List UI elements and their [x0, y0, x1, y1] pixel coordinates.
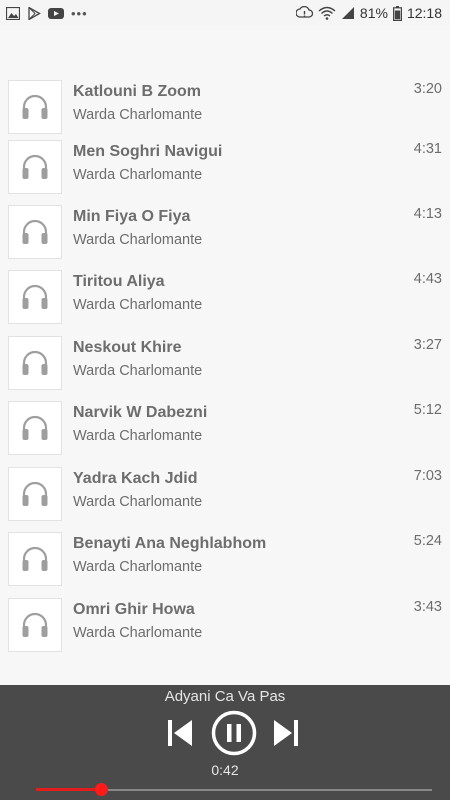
track-duration: 3:27 — [413, 337, 442, 353]
list-item[interactable]: Benayti Ana Neghlabhom Warda Charlomante… — [0, 532, 450, 597]
track-thumbnail — [8, 140, 62, 194]
track-artist: Warda Charlomante — [73, 494, 203, 510]
list-item[interactable]: Min Fiya O Fiya Warda Charlomante 4:13 — [0, 205, 450, 270]
previous-button[interactable] — [165, 716, 195, 750]
next-button[interactable] — [271, 716, 301, 750]
headphones-icon — [22, 94, 48, 119]
wifi-icon — [318, 6, 336, 20]
track-title: Min Fiya O Fiya — [73, 208, 191, 225]
headphones-icon — [22, 415, 48, 440]
track-title: Tiritou Aliya — [73, 273, 165, 290]
headphones-icon — [22, 219, 48, 244]
track-thumbnail — [8, 467, 62, 521]
track-artist: Warda Charlomante — [73, 559, 203, 575]
list-item[interactable]: Men Soghri Navigui Warda Charlomante 4:3… — [0, 140, 450, 205]
play-pause-button[interactable] — [211, 710, 257, 756]
track-duration: 3:43 — [413, 599, 442, 615]
mini-player: Adyani Ca Va Pas 0:42 — [0, 685, 450, 800]
now-playing-title: Adyani Ca Va Pas — [164, 688, 286, 705]
status-bar: ••• 81% 12:18 — [0, 0, 450, 26]
track-duration: 4:31 — [413, 141, 442, 157]
notification-icons: ••• — [6, 5, 88, 21]
track-artist: Warda Charlomante — [73, 107, 203, 123]
track-duration: 5:12 — [413, 402, 442, 418]
track-artist: Warda Charlomante — [73, 232, 203, 248]
headphones-icon — [22, 154, 48, 179]
skip-previous-icon — [168, 720, 192, 746]
skip-next-icon — [274, 720, 298, 746]
track-title: Men Soghri Navigui — [73, 143, 223, 160]
cellular-signal-icon — [341, 7, 354, 19]
track-artist: Warda Charlomante — [73, 428, 203, 444]
play-store-icon — [28, 6, 41, 20]
track-thumbnail — [8, 401, 62, 455]
battery-icon — [392, 5, 402, 21]
track-title: Narvik W Dabezni — [73, 404, 208, 421]
headphones-icon — [22, 546, 48, 571]
track-title: Neskout Khire — [73, 339, 182, 356]
list-item[interactable]: Tiritou Aliya Warda Charlomante 4:43 — [0, 270, 450, 335]
headphones-icon — [22, 481, 48, 506]
system-status-icons: 81% 12:18 — [295, 4, 442, 22]
track-title: Yadra Kach Jdid — [73, 470, 198, 487]
track-duration: 7:03 — [413, 468, 442, 484]
list-item[interactable]: Narvik W Dabezni Warda Charlomante 5:12 — [0, 401, 450, 466]
gallery-icon — [6, 6, 20, 20]
track-duration: 5:24 — [413, 533, 442, 549]
track-duration: 4:43 — [413, 271, 442, 287]
track-title: Benayti Ana Neghlabhom — [73, 535, 267, 552]
seek-progress — [36, 788, 101, 791]
track-duration: 3:20 — [413, 81, 442, 97]
list-item[interactable]: Katlouni B Zoom Warda Charlomante 3:20 — [0, 80, 450, 145]
sync-alert-icon — [295, 6, 313, 18]
track-artist: Warda Charlomante — [73, 363, 203, 379]
list-item[interactable]: Neskout Khire Warda Charlomante 3:27 — [0, 336, 450, 401]
elapsed-time: 0:42 — [211, 762, 239, 778]
battery-percent: 81% — [359, 5, 388, 21]
track-artist: Warda Charlomante — [73, 297, 203, 313]
youtube-icon — [48, 7, 64, 19]
track-duration: 4:13 — [413, 206, 442, 222]
seek-bar[interactable] — [36, 783, 432, 797]
clock: 12:18 — [406, 5, 442, 21]
list-item[interactable]: Yadra Kach Jdid Warda Charlomante 7:03 — [0, 467, 450, 532]
list-item[interactable]: Omri Ghir Howa Warda Charlomante 3:43 — [0, 598, 450, 663]
track-title: Omri Ghir Howa — [73, 601, 195, 618]
track-thumbnail — [8, 532, 62, 586]
seek-handle[interactable] — [95, 783, 108, 796]
track-thumbnail — [8, 205, 62, 259]
headphones-icon — [22, 284, 48, 309]
headphones-icon — [22, 612, 48, 637]
track-artist: Warda Charlomante — [73, 625, 203, 641]
track-thumbnail — [8, 80, 62, 134]
more-dots-icon: ••• — [71, 5, 88, 21]
headphones-icon — [22, 350, 48, 375]
track-thumbnail — [8, 336, 62, 390]
track-thumbnail — [8, 270, 62, 324]
track-title: Katlouni B Zoom — [73, 83, 201, 100]
track-artist: Warda Charlomante — [73, 167, 203, 183]
track-thumbnail — [8, 598, 62, 652]
track-list[interactable]: Katlouni B Zoom Warda Charlomante 3:20 M… — [0, 26, 450, 684]
pause-icon — [211, 710, 257, 756]
